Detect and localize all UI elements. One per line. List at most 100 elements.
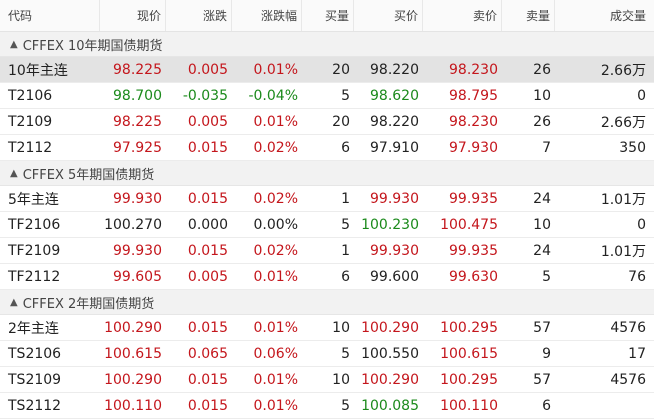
bid-volume-cell: 20: [332, 113, 350, 130]
ask-volume-cell: 24: [533, 190, 551, 207]
last-price-cell: 99.930: [113, 190, 162, 207]
price-change-cell: 0.015: [187, 371, 228, 388]
column-header-bid-price[interactable]: 买价: [354, 0, 423, 31]
ask-volume-cell: 9: [542, 345, 551, 362]
column-header-price[interactable]: 现价: [100, 0, 166, 31]
bid-price-cell: 97.910: [370, 139, 419, 156]
ask-volume-cell: 26: [533, 113, 551, 130]
bid-volume-cell: 1: [341, 190, 350, 207]
change-percent-cell: 0.02%: [253, 139, 298, 156]
bid-price-cell: 98.220: [370, 61, 419, 78]
column-header-change-pct[interactable]: 涨跌幅: [232, 0, 302, 31]
quote-table: 代码 现价 涨跌 涨跌幅 买量 买价 卖价 卖量 成交量 ▲ CFFEX 10年期…: [0, 0, 654, 419]
change-percent-cell: 0.00%: [253, 216, 298, 233]
ask-volume-cell: 57: [533, 319, 551, 336]
price-change-cell: 0.015: [187, 397, 228, 414]
bid-volume-cell: 6: [341, 139, 350, 156]
contract-code-cell: T2112: [8, 139, 53, 156]
ask-volume-cell: 10: [533, 216, 551, 233]
group-title: CFFEX 5年期国债期货: [22, 167, 155, 183]
table-row[interactable]: TS2106 100.615 0.065 0.06% 5 100.550 100.615 9 1…: [0, 341, 654, 367]
column-header-ask-price[interactable]: 卖价: [423, 0, 502, 31]
price-change-cell: -0.035: [182, 87, 228, 104]
ask-volume-cell: 57: [533, 371, 551, 388]
contract-code-cell: TF2106: [8, 216, 61, 233]
last-price-cell: 98.700: [113, 87, 162, 104]
trade-volume-cell: 0: [637, 87, 646, 104]
contract-code-cell: 5年主连: [8, 191, 59, 208]
table-row[interactable]: 10年主连 98.225 0.005 0.01% 20 98.220 98.230 26 2.6…: [0, 57, 654, 83]
change-percent-cell: 0.01%: [253, 397, 298, 414]
table-row[interactable]: TF2109 99.930 0.015 0.02% 1 99.930 99.935 24 1.0…: [0, 238, 654, 264]
bid-price-cell: 100.290: [361, 371, 419, 388]
ask-price-cell: 98.230: [449, 113, 498, 130]
last-price-cell: 97.925: [113, 139, 162, 156]
trade-volume-cell: [555, 393, 654, 418]
change-percent-cell: 0.02%: [253, 190, 298, 207]
ask-price-cell: 100.295: [440, 371, 498, 388]
ask-volume-cell: 5: [542, 268, 551, 285]
contract-code-cell: TF2112: [8, 268, 61, 285]
group-header[interactable]: ▲ CFFEX 2年期国债期货: [0, 290, 654, 315]
trade-volume-cell: 0: [637, 216, 646, 233]
bid-volume-cell: 5: [341, 216, 350, 233]
bid-volume-cell: 10: [332, 319, 350, 336]
trade-volume-cell: 17: [628, 345, 646, 362]
bid-volume-cell: 5: [341, 397, 350, 414]
group-header[interactable]: ▲ CFFEX 10年期国债期货: [0, 32, 654, 57]
collapse-triangle-icon[interactable]: ▲: [10, 168, 18, 179]
bid-volume-cell: 20: [332, 61, 350, 78]
ask-price-cell: 100.295: [440, 319, 498, 336]
last-price-cell: 99.605: [113, 268, 162, 285]
bid-price-cell: 100.085: [361, 397, 419, 414]
ask-volume-cell: 7: [542, 139, 551, 156]
last-price-cell: 100.110: [104, 397, 162, 414]
contract-code-cell: T2106: [8, 87, 53, 104]
contract-code-cell: 2年主连: [8, 320, 59, 337]
group-title: CFFEX 2年期国债期货: [22, 296, 155, 312]
change-percent-cell: 0.02%: [253, 242, 298, 259]
bid-price-cell: 99.930: [370, 190, 419, 207]
table-row[interactable]: T2106 98.700 -0.035 -0.04% 5 98.620 98.795 10 0: [0, 83, 654, 109]
table-row[interactable]: TS2109 100.290 0.015 0.01% 10 100.290 100.295 5…: [0, 367, 654, 393]
trade-volume-cell: 2.66万: [600, 114, 646, 131]
column-header-ask-volume[interactable]: 卖量: [502, 0, 555, 31]
change-percent-cell: 0.01%: [253, 61, 298, 78]
contract-code-cell: TS2112: [8, 397, 62, 414]
change-percent-cell: -0.04%: [248, 87, 298, 104]
table-row[interactable]: TF2112 99.605 0.005 0.01% 6 99.600 99.630 5 76: [0, 264, 654, 290]
ask-volume-cell: 26: [533, 61, 551, 78]
bid-volume-cell: 1: [341, 242, 350, 259]
bid-volume-cell: 5: [341, 345, 350, 362]
table-row[interactable]: 5年主连 99.930 0.015 0.02% 1 99.930 99.935 24 1.01万: [0, 186, 654, 212]
table-header: 代码 现价 涨跌 涨跌幅 买量 买价 卖价 卖量 成交量: [0, 0, 654, 32]
last-price-cell: 98.225: [113, 61, 162, 78]
column-header-code[interactable]: 代码: [0, 0, 100, 31]
ask-price-cell: 99.630: [449, 268, 498, 285]
bid-price-cell: 100.290: [361, 319, 419, 336]
contract-code-cell: T2109: [8, 113, 53, 130]
collapse-triangle-icon[interactable]: ▲: [10, 297, 18, 308]
bid-volume-cell: 6: [341, 268, 350, 285]
price-change-cell: 0.015: [187, 242, 228, 259]
price-change-cell: 0.005: [187, 268, 228, 285]
group-header[interactable]: ▲ CFFEX 5年期国债期货: [0, 161, 654, 186]
column-header-volume[interactable]: 成交量: [555, 0, 654, 31]
column-header-change[interactable]: 涨跌: [166, 0, 232, 31]
table-row[interactable]: TF2106 100.270 0.000 0.00% 5 100.230 100.475 10…: [0, 212, 654, 238]
table-row[interactable]: 2年主连 100.290 0.015 0.01% 10 100.290 100.295 57 4…: [0, 315, 654, 341]
price-change-cell: 0.015: [187, 319, 228, 336]
column-header-bid-volume[interactable]: 买量: [302, 0, 354, 31]
change-percent-cell: 0.01%: [253, 319, 298, 336]
collapse-triangle-icon[interactable]: ▲: [10, 39, 18, 50]
trade-volume-cell: 4576: [610, 319, 646, 336]
ask-volume-cell: 6: [542, 397, 551, 414]
table-row[interactable]: T2109 98.225 0.005 0.01% 20 98.220 98.230 26 2.6…: [0, 109, 654, 135]
bid-price-cell: 98.220: [370, 113, 419, 130]
table-row[interactable]: TS2112 100.110 0.015 0.01% 5 100.085 100.110 6: [0, 393, 654, 419]
bid-volume-cell: 10: [332, 371, 350, 388]
bid-price-cell: 98.620: [370, 87, 419, 104]
table-row[interactable]: T2112 97.925 0.015 0.02% 6 97.910 97.930 7 350: [0, 135, 654, 161]
ask-price-cell: 99.935: [449, 190, 498, 207]
last-price-cell: 100.270: [104, 216, 162, 233]
